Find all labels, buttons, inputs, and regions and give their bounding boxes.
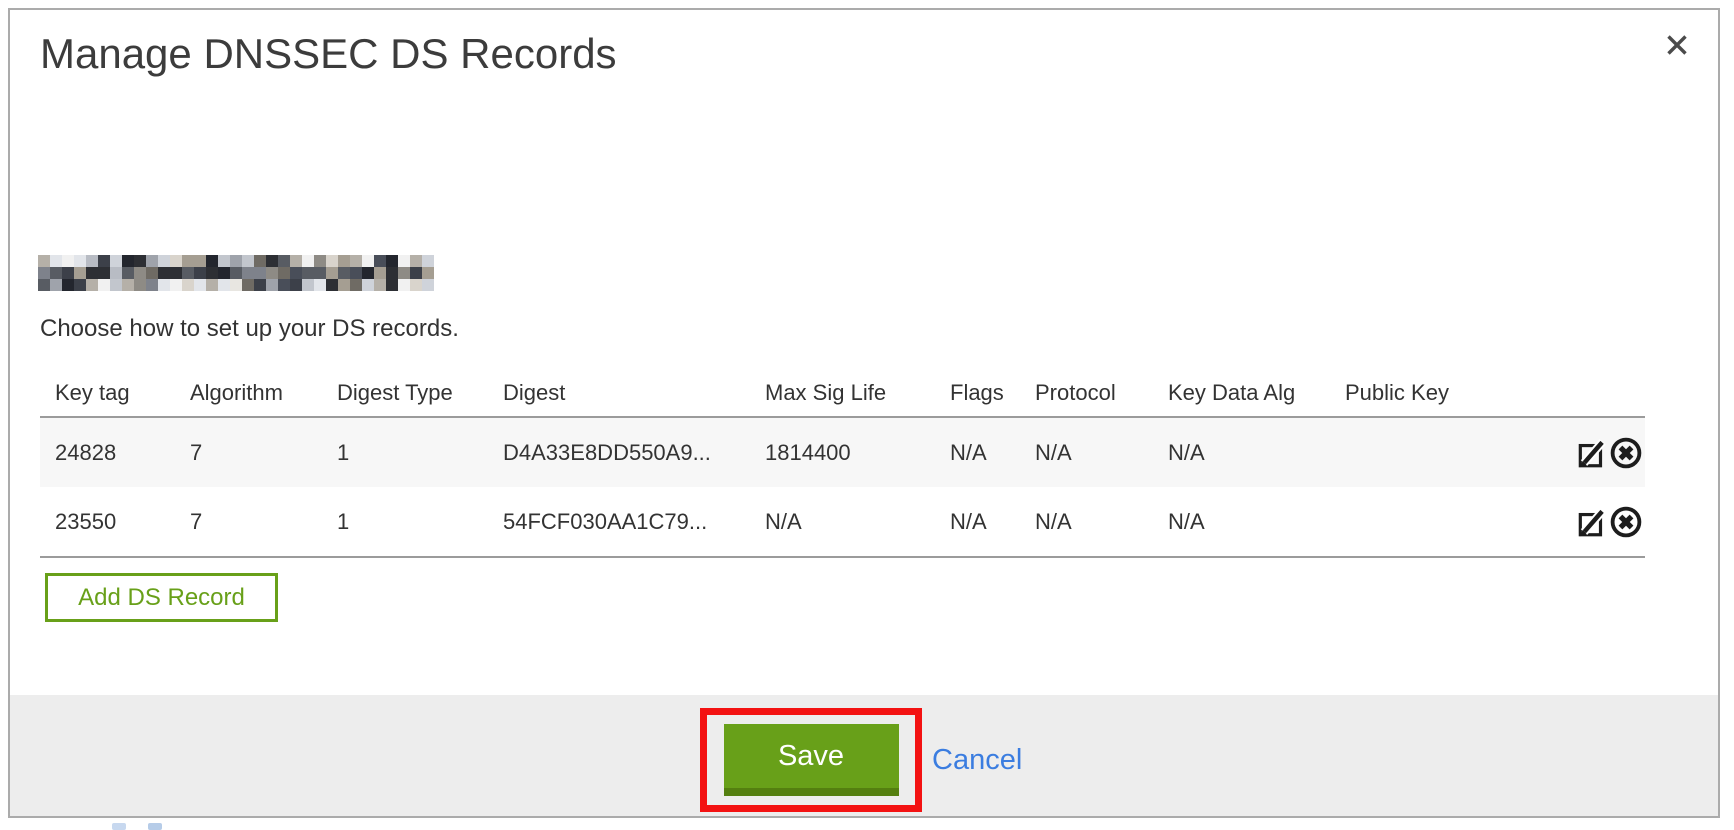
close-icon[interactable]	[1664, 32, 1690, 58]
cell-public-key	[1330, 487, 1490, 557]
cell-digest-type: 1	[322, 417, 488, 487]
annotation-highlight-box: Save	[700, 708, 922, 812]
cell-public-key	[1330, 417, 1490, 487]
cell-digest: 54FCF030AA1C79...	[488, 487, 750, 557]
cell-actions	[1490, 417, 1645, 487]
column-header-actions	[1490, 370, 1645, 417]
column-header-key-tag: Key tag	[40, 370, 175, 417]
cell-actions	[1490, 487, 1645, 557]
cell-algorithm: 7	[175, 487, 322, 557]
cell-flags: N/A	[935, 487, 1020, 557]
close-icon-glyph	[1665, 33, 1689, 57]
column-header-digest-type: Digest Type	[322, 370, 488, 417]
cell-protocol: N/A	[1020, 487, 1153, 557]
save-button[interactable]: Save	[724, 724, 899, 796]
column-header-protocol: Protocol	[1020, 370, 1153, 417]
cell-flags: N/A	[935, 417, 1020, 487]
ds-records-table: Key tag Algorithm Digest Type Digest Max…	[40, 370, 1645, 558]
remove-icon	[1609, 505, 1643, 539]
background-page-artifact	[112, 823, 126, 830]
cell-digest-type: 1	[322, 487, 488, 557]
cell-digest: D4A33E8DD550A9...	[488, 417, 750, 487]
column-header-flags: Flags	[935, 370, 1020, 417]
cell-key-data-alg: N/A	[1153, 487, 1330, 557]
ds-record-row: 24828 7 1 D4A33E8DD550A9... 1814400 N/A …	[40, 417, 1645, 487]
cell-protocol: N/A	[1020, 417, 1153, 487]
table-header-row: Key tag Algorithm Digest Type Digest Max…	[40, 370, 1645, 417]
remove-record-button[interactable]	[1609, 505, 1643, 539]
edit-icon	[1575, 505, 1609, 539]
cell-key-tag: 24828	[40, 417, 175, 487]
instruction-text: Choose how to set up your DS records.	[40, 315, 459, 343]
dnssec-dialog: Manage DNSSEC DS Records Choose how to s…	[8, 8, 1720, 818]
ds-record-row: 23550 7 1 54FCF030AA1C79... N/A N/A N/A …	[40, 487, 1645, 557]
remove-record-button[interactable]	[1609, 436, 1643, 470]
add-ds-record-button[interactable]: Add DS Record	[45, 573, 278, 622]
cancel-link[interactable]: Cancel	[932, 744, 1022, 777]
column-header-max-sig-life: Max Sig Life	[750, 370, 935, 417]
cell-max-sig-life: 1814400	[750, 417, 935, 487]
edit-icon	[1575, 436, 1609, 470]
column-header-algorithm: Algorithm	[175, 370, 322, 417]
column-header-key-data-alg: Key Data Alg	[1153, 370, 1330, 417]
cell-algorithm: 7	[175, 417, 322, 487]
dialog-title: Manage DNSSEC DS Records	[40, 30, 617, 78]
column-header-digest: Digest	[488, 370, 750, 417]
remove-icon	[1609, 436, 1643, 470]
cell-key-data-alg: N/A	[1153, 417, 1330, 487]
redacted-domain-name	[38, 255, 434, 291]
edit-record-button[interactable]	[1575, 505, 1609, 539]
background-page-artifact	[148, 823, 162, 830]
edit-record-button[interactable]	[1575, 436, 1609, 470]
cell-max-sig-life: N/A	[750, 487, 935, 557]
cell-key-tag: 23550	[40, 487, 175, 557]
column-header-public-key: Public Key	[1330, 370, 1490, 417]
